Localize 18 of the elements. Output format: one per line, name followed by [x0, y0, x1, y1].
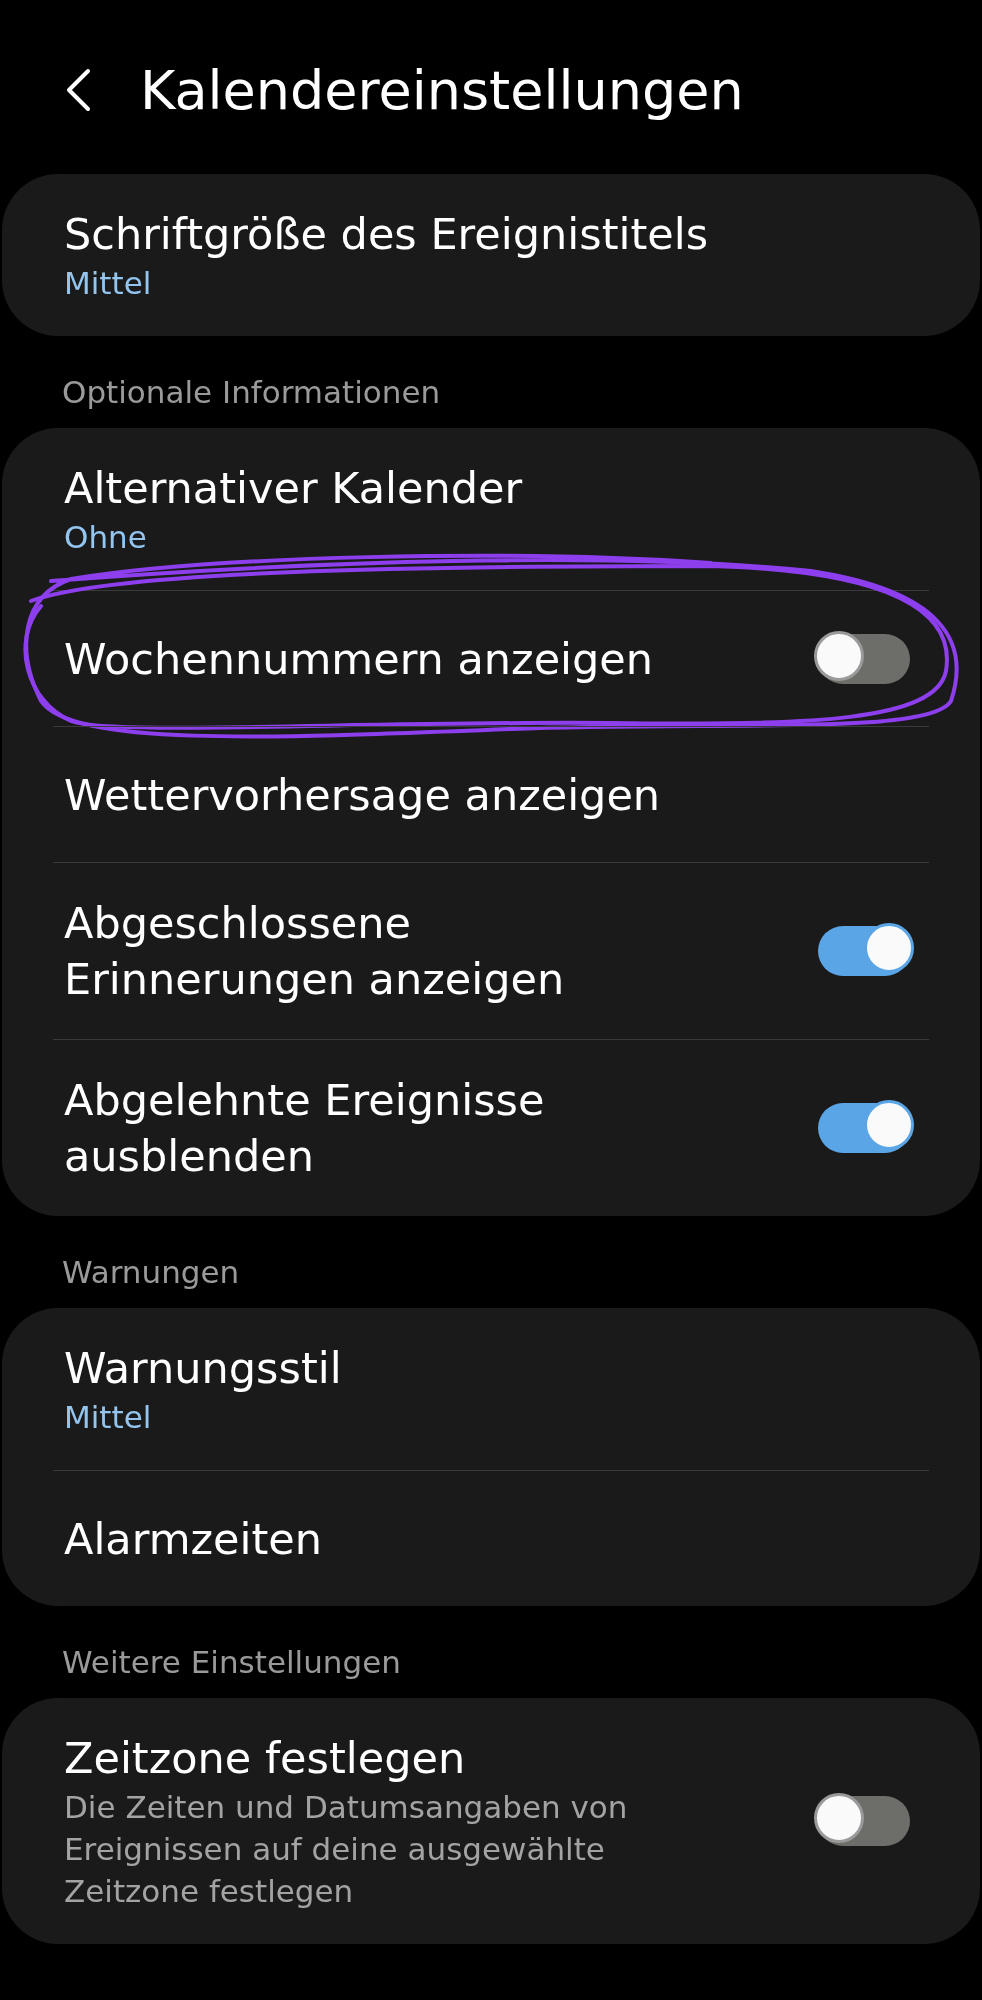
setting-value: Mittel [64, 264, 153, 303]
setting-title[interactable]: Wettervorhersage anzeigen [64, 766, 704, 823]
screen-title: Kalendereinstellungen [140, 58, 744, 122]
setting-title[interactable]: Schriftgröße des Ereignistitels [64, 206, 910, 262]
setting-value: Mittel [64, 1398, 153, 1437]
section-heading: Weitere Einstellungen [61, 1643, 402, 1682]
setting-title[interactable]: Abgeschlossene Erinnerungen anzeigen [64, 895, 704, 1007]
setting-title[interactable]: Alarmzeiten [64, 1510, 704, 1567]
setting-title[interactable]: Alternativer Kalender [64, 460, 704, 516]
section-heading: Warnungen [61, 1253, 241, 1292]
setting-title[interactable]: Wochennummern anzeigen [64, 630, 704, 687]
setting-description: Die Zeiten und Datumsangaben von Ereignissen auf deine ausgewählte Zeitzone festlegen [64, 1788, 629, 1911]
setting-title[interactable]: Zeitzone festlegen [64, 1730, 704, 1786]
back-icon[interactable] [64, 68, 92, 112]
setting-title[interactable]: Abgelehnte Ereignisse ausblenden [64, 1072, 704, 1184]
setting-title[interactable]: Warnungsstil [64, 1340, 704, 1396]
section-heading: Optionale Informationen [61, 373, 442, 412]
setting-value: Ohne [64, 518, 148, 557]
